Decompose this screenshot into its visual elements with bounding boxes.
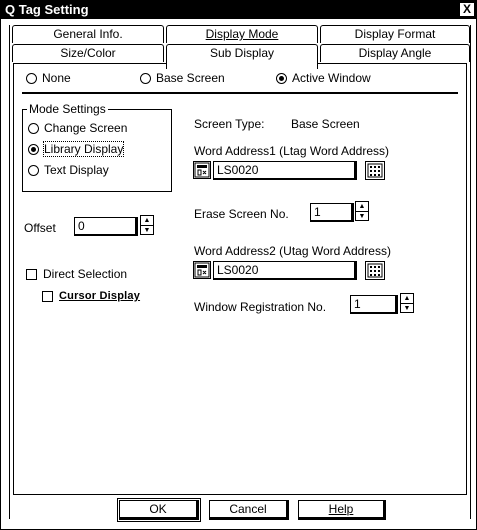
tab-size-color[interactable]: Size/Color <box>12 44 164 62</box>
tab-display-mode[interactable]: Display Mode <box>166 25 318 43</box>
address-input-icon[interactable] <box>193 261 211 279</box>
radio-indicator <box>276 72 287 84</box>
word-address2-input[interactable]: LS0020 <box>213 261 357 280</box>
offset-input[interactable]: 0 <box>74 217 138 236</box>
tab-display-format[interactable]: Display Format <box>320 25 470 43</box>
spin-up-icon[interactable]: ▲ <box>401 294 413 304</box>
radio-label: Active Window <box>292 71 371 85</box>
word-address1-input[interactable]: LS0020 <box>213 161 357 180</box>
offset-label: Offset <box>24 221 56 235</box>
window-registration-label: Window Registration No. <box>194 300 327 314</box>
cursor-display-checkbox[interactable]: Cursor Display <box>42 290 140 302</box>
radio-indicator <box>140 72 151 84</box>
word-address1-label: Word Address1 (Ltag Word Address) <box>194 144 389 158</box>
spin-down-icon[interactable]: ▼ <box>141 226 153 235</box>
window-registration-input[interactable]: 1 <box>350 295 398 314</box>
checkbox-box <box>26 268 37 280</box>
direct-selection-checkbox[interactable]: Direct Selection <box>26 267 127 281</box>
window-registration-spinner[interactable]: ▲ ▼ <box>400 293 414 313</box>
radio-indicator <box>28 122 39 134</box>
erase-screen-spinner[interactable]: ▲ ▼ <box>355 201 369 221</box>
tab-general-info[interactable]: General Info. <box>12 25 164 43</box>
erase-screen-label: Erase Screen No. <box>194 207 289 221</box>
spin-down-icon[interactable]: ▼ <box>356 212 368 221</box>
spin-up-icon[interactable]: ▲ <box>141 216 153 226</box>
tab-label: Display Format <box>354 27 436 41</box>
radio-label: Library Display <box>42 141 125 157</box>
separator <box>22 92 458 94</box>
radio-label: Change Screen <box>44 121 128 135</box>
ok-button[interactable]: OK <box>117 498 201 522</box>
checkbox-label: Cursor Display <box>59 290 141 302</box>
word-address2-label: Word Address2 (Utag Word Address) <box>194 244 391 258</box>
checkbox-box <box>42 290 53 302</box>
sub-display-panel: None Base Screen Active Window Mode Sett… <box>13 63 467 495</box>
spin-down-icon[interactable]: ▼ <box>401 304 413 313</box>
dialog-client-area: General Info. Display Mode Display Forma… <box>9 25 471 519</box>
spin-up-icon[interactable]: ▲ <box>356 202 368 212</box>
tab-display-angle[interactable]: Display Angle <box>320 44 470 62</box>
radio-text-display[interactable]: Text Display <box>28 163 109 177</box>
window-title: Q Tag Setting <box>5 2 89 17</box>
help-button-label: Help <box>328 502 354 516</box>
close-button[interactable]: X <box>460 3 474 16</box>
radio-base-screen[interactable]: Base Screen <box>140 71 225 85</box>
radio-none[interactable]: None <box>26 71 71 85</box>
radio-change-screen[interactable]: Change Screen <box>28 121 127 135</box>
help-button[interactable]: Help <box>298 500 386 520</box>
mode-settings-legend: Mode Settings <box>29 102 106 116</box>
cancel-button[interactable]: Cancel <box>209 500 289 520</box>
tab-label: Size/Color <box>60 46 116 60</box>
radio-label: Base Screen <box>156 71 225 85</box>
erase-screen-input[interactable]: 1 <box>310 203 354 222</box>
radio-indicator <box>26 72 37 84</box>
close-icon: X <box>462 2 471 16</box>
title-bar: Q Tag Setting X <box>1 1 476 19</box>
offset-spinner[interactable]: ▲ ▼ <box>140 215 154 235</box>
radio-label: None <box>42 71 71 85</box>
screen-type-label: Screen Type: <box>194 117 265 131</box>
tab-label: Display Mode <box>205 27 279 41</box>
tab-sub-display[interactable]: Sub Display <box>166 44 318 69</box>
screen-type-value: Base Screen <box>291 117 360 131</box>
keypad-icon[interactable] <box>365 261 385 280</box>
radio-active-window[interactable]: Active Window <box>276 71 371 85</box>
tab-label: Display Angle <box>358 46 432 60</box>
radio-indicator <box>28 164 39 176</box>
address-input-icon[interactable] <box>193 161 211 179</box>
checkbox-label: Direct Selection <box>43 267 128 281</box>
radio-indicator <box>28 143 39 155</box>
radio-label: Text Display <box>44 163 109 177</box>
q-tag-setting-dialog: Q Tag Setting X General Info. Display Mo… <box>0 0 477 530</box>
radio-library-display[interactable]: Library Display <box>28 141 125 157</box>
tab-label: General Info. <box>53 27 123 41</box>
tab-label: Sub Display <box>209 46 275 60</box>
keypad-icon[interactable] <box>365 161 385 180</box>
